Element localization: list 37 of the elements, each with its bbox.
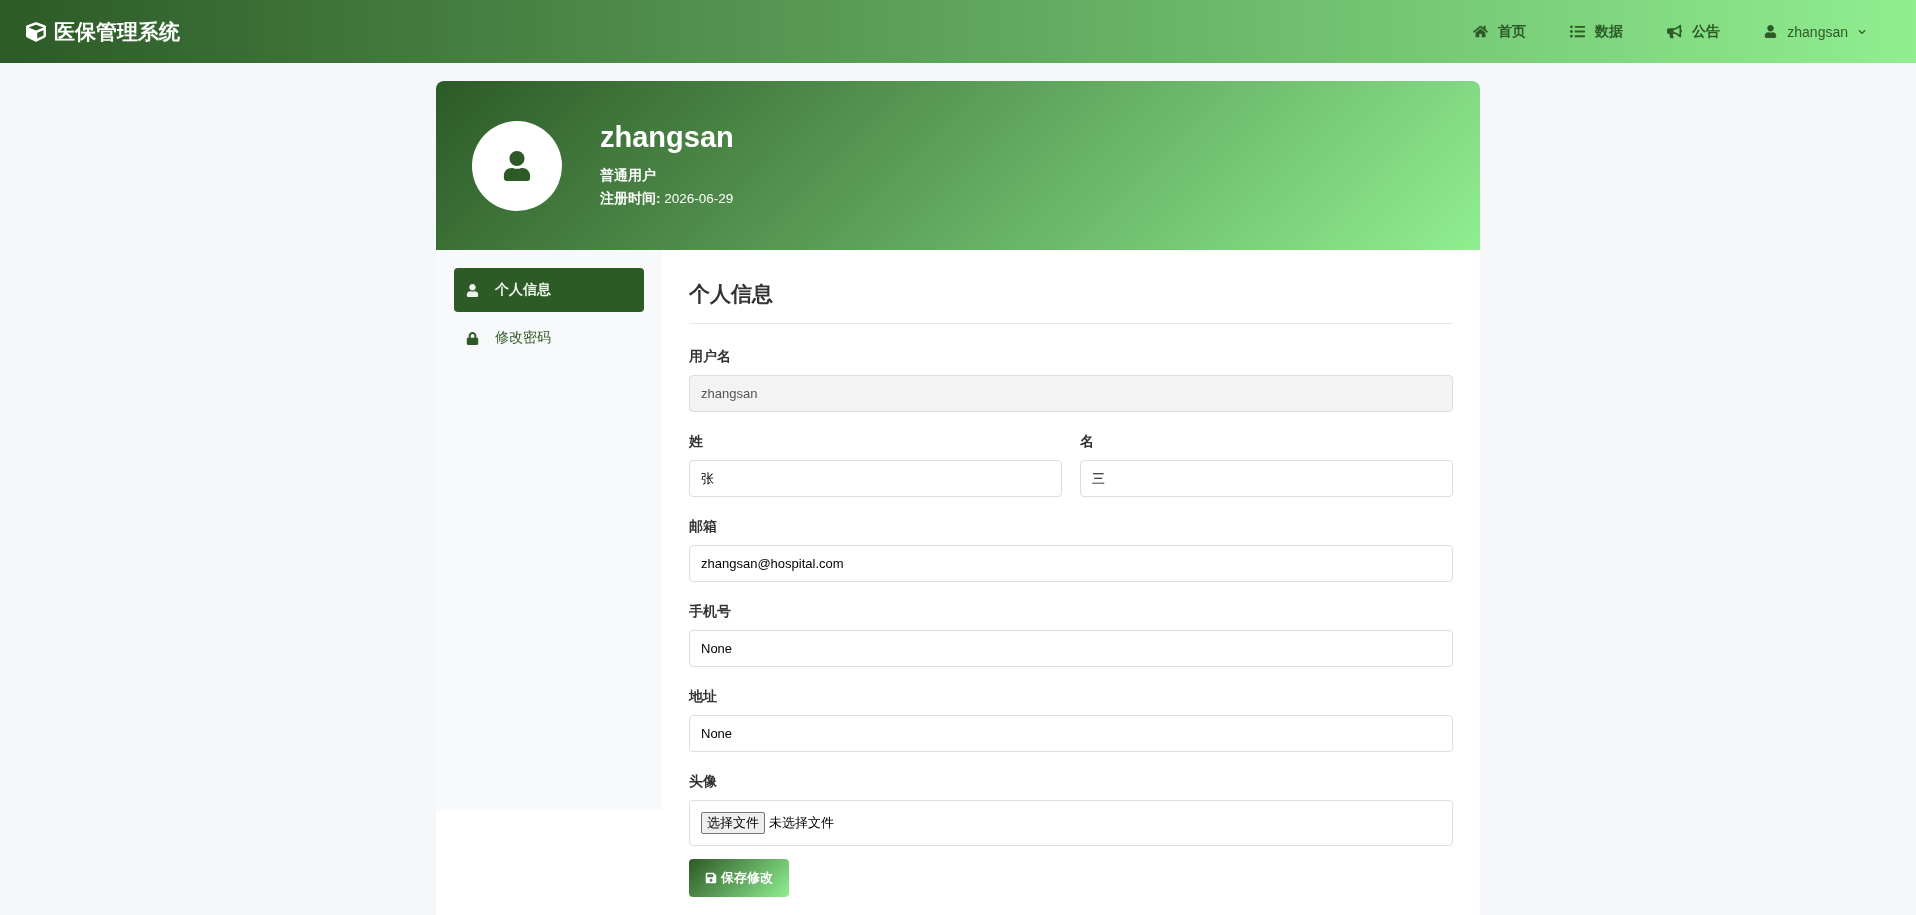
user-icon bbox=[502, 150, 532, 181]
sidebar-item[interactable]: 个人信息 bbox=[454, 268, 644, 312]
nav-link[interactable]: 数据 bbox=[1570, 22, 1624, 41]
field-label: 手机号 bbox=[689, 603, 732, 621]
input-field[interactable]: None bbox=[689, 715, 1453, 752]
choose-file-button[interactable]: 选择文件 bbox=[701, 812, 765, 834]
file-input[interactable]: 选择文件 未选择文件 bbox=[689, 800, 1453, 846]
cube-icon bbox=[26, 21, 46, 42]
nav-link[interactable]: 首页 bbox=[1473, 22, 1527, 41]
input-field[interactable]: None bbox=[689, 630, 1453, 667]
megaphone-icon bbox=[1667, 24, 1683, 39]
field-label: 名 bbox=[1080, 433, 1095, 451]
input-field[interactable]: 张 bbox=[689, 460, 1062, 497]
profile-name: zhangsan bbox=[600, 121, 734, 154]
lock-icon bbox=[466, 331, 479, 345]
user-icon bbox=[1764, 25, 1778, 38]
input-field[interactable]: 三 bbox=[1080, 460, 1453, 497]
brand-title: 医保管理系统 bbox=[54, 18, 180, 45]
user-menu[interactable]: zhangsan bbox=[1764, 23, 1866, 40]
input-field[interactable]: zhangsan@hospital.com bbox=[689, 545, 1453, 582]
section-title: 个人信息 bbox=[689, 281, 774, 307]
save-icon bbox=[705, 872, 717, 884]
caret-icon bbox=[1858, 27, 1866, 36]
sidebar-item[interactable]: 修改密码 bbox=[454, 316, 644, 360]
field-label: 姓 bbox=[689, 433, 704, 451]
user-role: 普通用户 bbox=[600, 166, 657, 185]
list-icon bbox=[1570, 24, 1586, 39]
field-label: 头像 bbox=[689, 773, 718, 791]
username: zhangsan bbox=[1787, 23, 1848, 40]
home-icon bbox=[1473, 24, 1489, 39]
nav-link[interactable]: 公告 bbox=[1667, 22, 1721, 41]
user-icon bbox=[466, 283, 479, 297]
registration-date: 注册时间: 2026-06-29 bbox=[600, 190, 734, 208]
field-label: 地址 bbox=[689, 688, 718, 706]
field-label: 邮箱 bbox=[689, 518, 718, 536]
file-status: 未选择文件 bbox=[769, 814, 834, 832]
field-label: 用户名 bbox=[689, 348, 732, 366]
